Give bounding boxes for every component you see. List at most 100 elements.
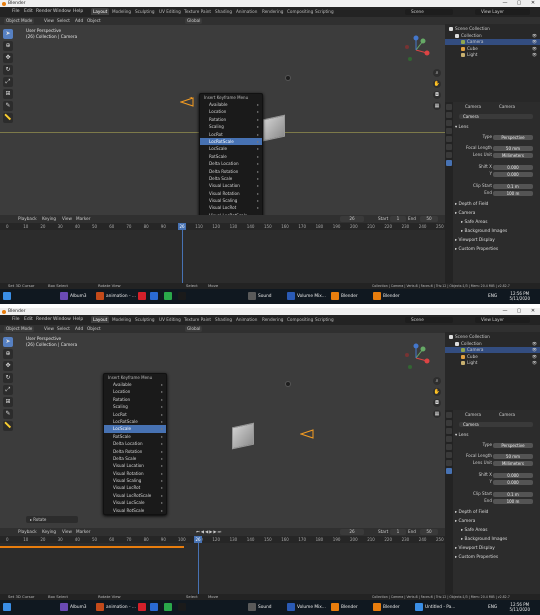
camera-object-icon[interactable]	[180, 97, 194, 107]
select-menu[interactable]: Select	[57, 326, 70, 332]
taskbar-app[interactable]: animation - ...	[96, 291, 136, 302]
taskbar-app[interactable]	[164, 291, 174, 302]
navigation-gizmo-icon[interactable]	[401, 35, 431, 65]
tab-sculpting[interactable]: Sculpting	[133, 8, 157, 15]
menu-window[interactable]: Window	[53, 9, 71, 14]
light-object[interactable]	[285, 75, 291, 81]
lens-unit-dropdown[interactable]: Millimeters	[493, 460, 533, 466]
section-safe-areas[interactable]: ▸ Safe Areas	[461, 219, 540, 226]
marker-menu[interactable]: Marker	[76, 529, 90, 535]
move-tool-icon[interactable]: ✥	[3, 361, 13, 371]
section-depth-of-field[interactable]: ▸ Depth of Field	[455, 509, 538, 516]
taskbar-app[interactable]: Sound	[248, 602, 272, 613]
clip-start-field[interactable]: 0.1 m	[493, 183, 533, 189]
section-camera[interactable]: ▸ Camera	[455, 210, 538, 217]
object-mode-dropdown[interactable]: Object Mode	[4, 18, 35, 24]
menu-item-location[interactable]: Location ▸	[104, 388, 166, 395]
transform-tool-icon[interactable]: ⊞	[3, 397, 13, 407]
section-viewport-display[interactable]: ▸ Viewport Display	[455, 545, 538, 552]
current-frame-marker[interactable]: 26	[194, 536, 202, 543]
section-safe-areas[interactable]: ▸ Safe Areas	[461, 527, 540, 534]
menu-item-delta-rotation[interactable]: Delta Rotation ▸	[104, 448, 166, 455]
camera-object-icon[interactable]	[300, 429, 314, 439]
close-button[interactable]: ✕	[526, 308, 540, 315]
menu-item-locrotscale[interactable]: LocRotScale ▸	[104, 418, 166, 425]
tab-sculpting[interactable]: Sculpting	[133, 316, 157, 323]
visibility-eye-icon[interactable]: 👁	[532, 360, 537, 366]
scale-tool-icon[interactable]: ⤢	[3, 385, 13, 395]
rotate-tool-icon[interactable]: ↻	[3, 373, 13, 383]
menu-item-visual-location[interactable]: Visual Location ▸	[200, 182, 262, 189]
object-menu[interactable]: Object	[87, 326, 101, 332]
focal-length-field[interactable]: 50 mm	[493, 145, 533, 151]
render-tab-icon[interactable]	[446, 112, 452, 118]
timeline-view-menu[interactable]: View	[62, 529, 72, 535]
playback-menu[interactable]: Playback	[18, 529, 37, 535]
3d-viewport[interactable]: User Perspective (26) Collection | Camer…	[0, 333, 445, 528]
marker-menu[interactable]: Marker	[76, 216, 90, 222]
orientation-dropdown[interactable]: Global	[185, 18, 203, 24]
menu-render[interactable]: Render	[36, 9, 52, 14]
view-layer-selector[interactable]: View Layer	[475, 9, 530, 15]
cube-object[interactable]	[232, 422, 254, 450]
playback-controls[interactable]: ⏮◀◀▶▶⏭	[196, 529, 222, 535]
rotate-tool-icon[interactable]: ↻	[3, 65, 13, 75]
timeline-ruler[interactable]: 0102030405060708090100110120130140150160…	[0, 223, 445, 230]
outliner-item[interactable]: Collection 👁	[445, 341, 540, 347]
menu-item-locrot[interactable]: LocRot ▸	[200, 131, 262, 138]
outliner-item[interactable]: Scene Collection	[445, 334, 540, 340]
type-dropdown[interactable]: Perspective	[493, 134, 533, 140]
windows-start-icon[interactable]	[3, 602, 13, 613]
menu-item-scaling[interactable]: Scaling ▸	[200, 123, 262, 130]
visibility-eye-icon[interactable]: 👁	[532, 52, 537, 58]
taskbar-app[interactable]: animation - ...	[96, 602, 136, 613]
maximize-button[interactable]: ▢	[512, 308, 526, 315]
shift-y-field[interactable]: 0.000	[493, 171, 533, 177]
timeline-view-menu[interactable]: View	[62, 216, 72, 222]
current-frame-field[interactable]: 26	[340, 216, 364, 222]
focal-length-field[interactable]: 50 mm	[493, 453, 533, 459]
move-tool-icon[interactable]: ✥	[3, 53, 13, 63]
tab-uv-editing[interactable]: UV Editing	[157, 8, 183, 15]
tab-modeling[interactable]: Modeling	[110, 8, 133, 15]
tab-layout[interactable]: Layout	[91, 8, 110, 15]
pan-hand-icon[interactable]: ✋	[433, 388, 441, 396]
view-layer-tab-icon[interactable]	[446, 128, 452, 134]
cursor-tool-icon[interactable]: ⊕	[3, 41, 13, 51]
tab-layout[interactable]: Layout	[91, 316, 110, 323]
section-viewport-display[interactable]: ▸ Viewport Display	[455, 237, 538, 244]
lens-unit-dropdown[interactable]: Millimeters	[493, 152, 533, 158]
menu-item-location[interactable]: Location ▸	[200, 108, 262, 115]
menu-item-delta-location[interactable]: Delta Location ▸	[200, 160, 262, 167]
tab-shading[interactable]: Shading	[213, 8, 234, 15]
view-menu[interactable]: View	[44, 18, 54, 24]
camera-data-tab-icon[interactable]	[446, 160, 452, 166]
outliner-item[interactable]: Scene Collection	[445, 26, 540, 32]
menu-render[interactable]: Render	[36, 317, 52, 322]
tab-compositing[interactable]: Compositing	[285, 8, 315, 15]
menu-item-rotation[interactable]: Rotation ▸	[104, 396, 166, 403]
cursor-tool-icon[interactable]: ⊕	[3, 349, 13, 359]
tab-animation[interactable]: Animation	[234, 8, 259, 15]
shift-x-field[interactable]: 0.000	[493, 472, 533, 478]
measure-tool-icon[interactable]: 📏	[3, 421, 13, 431]
tab-rendering[interactable]: Rendering	[260, 8, 285, 15]
menu-item-locscale[interactable]: LocScale ▸	[104, 425, 166, 433]
tab-scripting[interactable]: Scripting	[313, 8, 336, 15]
render-tab-icon[interactable]	[446, 420, 452, 426]
menu-item-visual-scaling[interactable]: Visual Scaling ▸	[104, 477, 166, 484]
object-menu[interactable]: Object	[87, 18, 101, 24]
view-layer-selector[interactable]: View Layer	[475, 317, 530, 323]
tab-scripting[interactable]: Scripting	[313, 316, 336, 323]
menu-item-locrot[interactable]: LocRot ▸	[104, 411, 166, 418]
output-tab-icon[interactable]	[446, 120, 452, 126]
taskbar-app[interactable]	[178, 602, 188, 613]
add-menu[interactable]: Add	[75, 18, 83, 24]
object-mode-dropdown[interactable]: Object Mode	[4, 326, 35, 332]
shift-x-field[interactable]: 0.000	[493, 164, 533, 170]
outliner-item[interactable]: Light 👁	[445, 52, 540, 58]
output-tab-icon[interactable]	[446, 428, 452, 434]
maximize-button[interactable]: ▢	[512, 0, 526, 7]
menu-item-locscale[interactable]: LocScale ▸	[200, 145, 262, 152]
orientation-dropdown[interactable]: Global	[185, 326, 203, 332]
